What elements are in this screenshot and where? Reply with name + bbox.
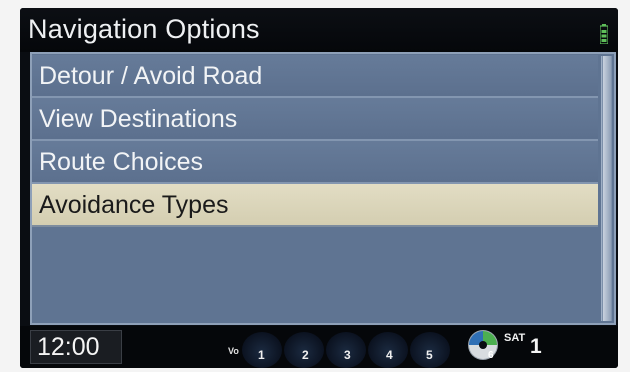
disc-number: 6 xyxy=(488,350,494,361)
preset-1-label: 1 xyxy=(258,348,265,362)
preset-3-label: 3 xyxy=(344,348,351,362)
source-label: SAT xyxy=(504,332,526,344)
menu-list: Detour / Avoid Road View Destinations Ro… xyxy=(32,55,598,227)
options-menu: Detour / Avoid Road View Destinations Ro… xyxy=(30,52,616,325)
page-title: Navigation Options xyxy=(28,14,260,44)
display-screen: Navigation Options Detour / Avoid Road V… xyxy=(20,8,618,368)
status-bar: 12:00 Vo 1 2 3 4 5 6 SAT 1 xyxy=(20,326,618,368)
clock: 12:00 xyxy=(30,330,122,364)
channel-number: 1 xyxy=(530,335,542,358)
battery-icon xyxy=(600,24,608,44)
menu-item-detour-avoid-road[interactable]: Detour / Avoid Road xyxy=(32,55,598,98)
disc-icon[interactable]: 6 xyxy=(466,328,500,362)
preset-4-label: 4 xyxy=(386,348,393,362)
menu-item-view-destinations[interactable]: View Destinations xyxy=(32,98,598,141)
menu-item-avoidance-types[interactable]: Avoidance Types xyxy=(32,184,598,227)
preset-bar: 1 2 3 4 5 xyxy=(242,328,502,368)
menu-item-route-choices[interactable]: Route Choices xyxy=(32,141,598,184)
scroll-thumb[interactable] xyxy=(603,56,611,321)
title-bar: Navigation Options xyxy=(20,8,618,52)
scrollbar[interactable] xyxy=(601,56,612,321)
preset-5-label: 5 xyxy=(426,348,433,362)
preset-2-label: 2 xyxy=(302,348,309,362)
volume-label: Vo xyxy=(228,346,239,356)
